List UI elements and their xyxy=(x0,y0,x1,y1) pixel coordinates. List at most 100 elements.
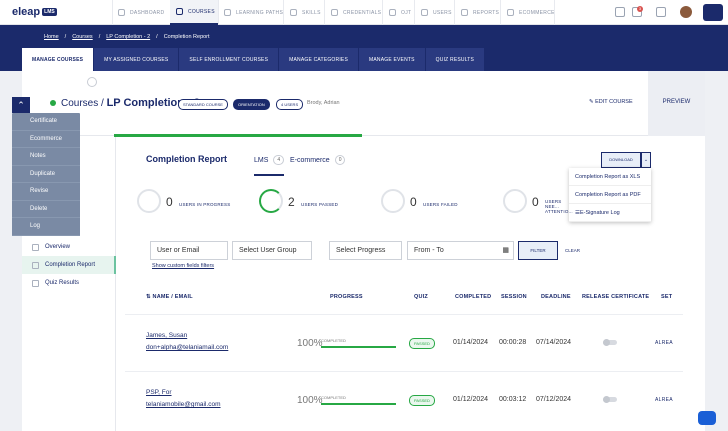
chat-icon[interactable] xyxy=(615,7,625,17)
col-set: SET xyxy=(661,294,673,300)
menu-certificate[interactable]: Certificate xyxy=(12,113,80,131)
nav-users[interactable]: USERS xyxy=(421,0,452,25)
quiz-icon xyxy=(32,279,39,287)
book-icon xyxy=(176,8,183,15)
download-pdf[interactable]: Completion Report as PDF xyxy=(569,186,651,204)
row-progress-bar xyxy=(321,403,396,405)
breadcrumb-current: Completion Report xyxy=(163,34,210,40)
custom-fields-link[interactable]: Show custom fields filters xyxy=(152,263,214,269)
download-esignature[interactable]: ☰ E-Signature Log xyxy=(569,204,651,222)
download-button[interactable]: DOWNLOAD xyxy=(601,152,641,168)
release-cert-toggle[interactable] xyxy=(603,339,617,346)
row-name[interactable]: James, Susan xyxy=(146,332,187,339)
avatar[interactable] xyxy=(680,6,692,18)
course-owner: Brody, Adrian xyxy=(307,100,340,106)
row-set: ALREA xyxy=(655,340,673,346)
edit-course-button[interactable]: ✎ EDIT COURSE xyxy=(589,99,633,105)
brand-logo[interactable]: eleap LMS xyxy=(12,6,57,18)
leftnav-completion-report[interactable]: Completion Report xyxy=(22,256,116,274)
chevron-up-icon[interactable]: ⌃ xyxy=(12,97,30,113)
col-deadline: DEADLINE xyxy=(541,294,571,300)
calendar-icon: ▦ xyxy=(502,247,509,254)
stat-failed-count: 0 xyxy=(410,195,417,209)
col-session: SESSION xyxy=(501,294,527,300)
badge-icon xyxy=(389,9,396,16)
report-title: Completion Report xyxy=(146,154,227,164)
chevron-down-icon[interactable]: ⌄ xyxy=(641,152,651,168)
download-xls[interactable]: Completion Report as XLS xyxy=(569,168,651,186)
row-session: 00:03:12 xyxy=(499,396,527,403)
star-icon xyxy=(290,9,297,16)
stat-attention-label: USERS NEE... ATTENTIO... xyxy=(545,199,573,214)
row-divider xyxy=(125,371,683,372)
home-icon xyxy=(118,9,125,16)
stat-passed-label: USERS PASSED xyxy=(301,202,339,207)
menu-revise[interactable]: Revise xyxy=(12,183,80,201)
nav-courses[interactable]: COURSES xyxy=(170,0,218,25)
nav-skills[interactable]: SKILLS xyxy=(290,0,321,25)
tab-my-assigned[interactable]: MY ASSIGNED COURSES xyxy=(94,48,179,71)
tab-lms[interactable]: LMS 4 xyxy=(254,155,285,165)
breadcrumb-courses[interactable]: Courses xyxy=(72,34,92,40)
row-progress-bar xyxy=(321,346,396,348)
row-set: ALREA xyxy=(655,397,673,403)
tab-manage-courses[interactable]: MANAGE COURSES xyxy=(22,48,94,71)
col-release-certificate: RELEASE CERTIFICATE xyxy=(582,294,650,300)
status-dot xyxy=(50,100,56,106)
course-progress-bar xyxy=(114,134,362,137)
manage-tabs: MANAGE COURSES MY ASSIGNED COURSES SELF … xyxy=(22,48,485,71)
course-header: Courses / LP Completion - 2 STANDARD COU… xyxy=(22,71,705,136)
credits-pill[interactable] xyxy=(703,4,723,21)
row-email[interactable]: don+alpha@telaniamail.com xyxy=(146,344,228,351)
row-name[interactable]: PSP, For xyxy=(146,389,172,396)
date-range-input[interactable]: From - To ▦ xyxy=(407,241,514,260)
clear-button[interactable]: CLEAR xyxy=(565,248,580,253)
row-completed: 01/14/2024 xyxy=(453,339,489,346)
stat-ring-attention xyxy=(503,189,527,213)
leftnav-quiz-results[interactable]: Quiz Results xyxy=(22,274,116,292)
leftnav-overview[interactable]: Overview xyxy=(22,238,116,256)
filter-button[interactable]: FILTER xyxy=(518,241,558,260)
stat-ring-in-progress xyxy=(137,189,161,213)
stat-attention-count: 0 xyxy=(532,195,539,209)
tab-self-enrollment[interactable]: SELF ENROLLMENT COURSES xyxy=(179,48,279,71)
stat-failed-label: USERS FAILED xyxy=(423,202,458,207)
user-group-select[interactable]: Select User Group xyxy=(232,241,312,260)
user-email-input[interactable]: User or Email xyxy=(150,241,228,260)
tab-manage-categories[interactable]: MANAGE CATEGORIES xyxy=(279,48,358,71)
row-progress-label: COMPLETED xyxy=(321,338,346,343)
row-deadline: 07/14/2024 xyxy=(536,339,572,346)
course-actions-menu: Certificate Ecommerce Notes Duplicate Re… xyxy=(12,113,80,236)
chat-widget-icon[interactable] xyxy=(698,411,716,425)
breadcrumb-home[interactable]: Home xyxy=(44,34,59,40)
release-cert-toggle[interactable] xyxy=(603,396,617,403)
row-quiz-badge: PASSED xyxy=(409,395,435,406)
nav-ojt[interactable]: OJT xyxy=(389,0,411,25)
tab-ecommerce[interactable]: E-commerce 0 xyxy=(290,155,346,165)
col-completed: COMPLETED xyxy=(455,294,492,300)
row-email[interactable]: telaniamobile@gmail.com xyxy=(146,401,221,408)
menu-ecommerce[interactable]: Ecommerce xyxy=(12,131,80,148)
tab-quiz-results[interactable]: QUIZ RESULTS xyxy=(425,48,485,71)
gear-icon[interactable] xyxy=(656,7,666,17)
nav-credentials[interactable]: CREDENTIALS xyxy=(331,0,381,25)
nav-dashboard[interactable]: DASHBOARD xyxy=(118,0,170,25)
breadcrumb-course[interactable]: LP Completion - 2 xyxy=(106,34,150,40)
menu-duplicate[interactable]: Duplicate xyxy=(12,166,80,183)
col-name[interactable]: ⇅ NAME / EMAIL xyxy=(146,294,193,300)
chip-orientation: ORIENTATION xyxy=(233,99,270,110)
collapse-toggle[interactable] xyxy=(87,77,97,87)
menu-log[interactable]: Log xyxy=(12,218,80,236)
progress-select[interactable]: Select Progress xyxy=(329,241,402,260)
nav-learning-paths[interactable]: LEARNING PATHS xyxy=(224,0,283,25)
nav-reports[interactable]: REPORTS xyxy=(461,0,499,25)
menu-delete[interactable]: Delete xyxy=(12,201,80,218)
preview-button[interactable]: PREVIEW xyxy=(648,71,705,136)
nav-ecommerce[interactable]: ECOMMERCE xyxy=(507,0,555,25)
tab-manage-events[interactable]: MANAGE EVENTS xyxy=(359,48,425,71)
grid-icon xyxy=(32,243,39,251)
row-progress-pct: 100% xyxy=(297,395,323,406)
certificate-icon xyxy=(331,9,338,16)
menu-notes[interactable]: Notes xyxy=(12,148,80,166)
path-icon xyxy=(224,9,231,16)
